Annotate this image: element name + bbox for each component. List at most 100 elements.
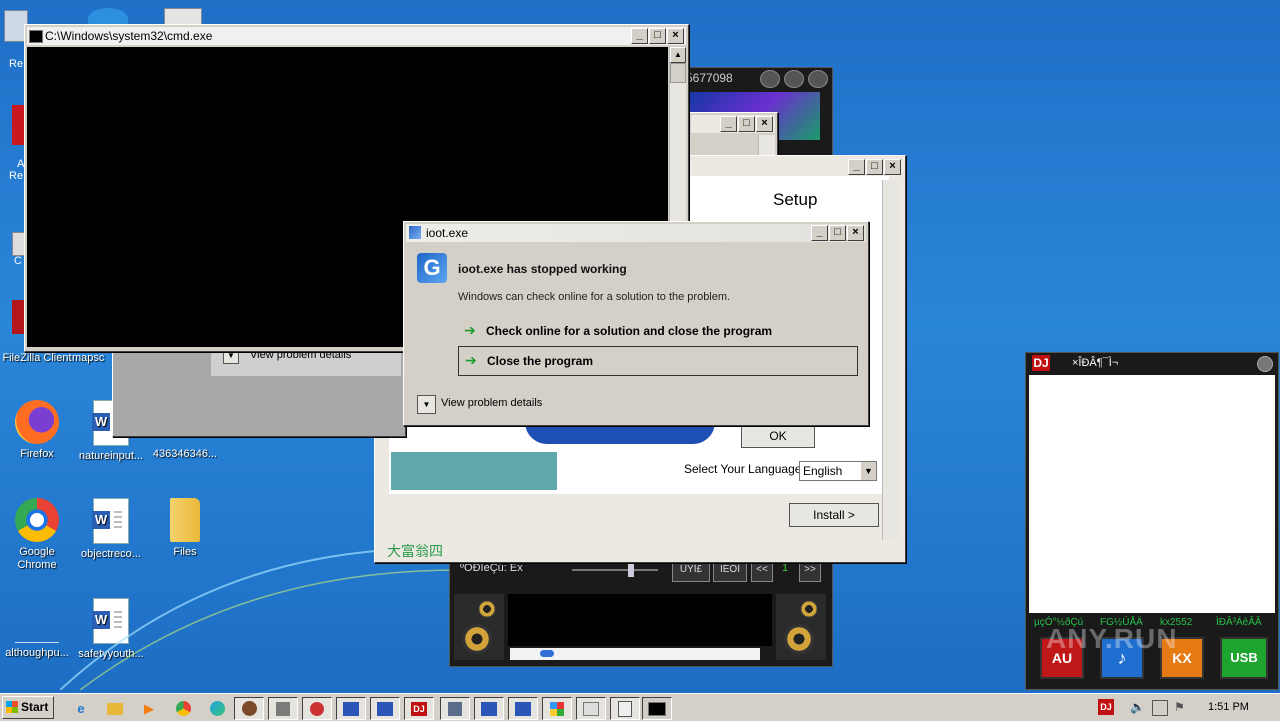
flag-icon[interactable]: ⚑	[1174, 700, 1188, 714]
player-progress[interactable]	[510, 648, 760, 660]
dj-footer-item[interactable]: ÌÐÂ³ÁèÂÂ	[1216, 617, 1262, 628]
maximize-icon[interactable]: □	[829, 225, 846, 241]
close-icon[interactable]: ×	[847, 225, 864, 241]
taskbar-app-4[interactable]	[336, 697, 366, 720]
taskbar-app-12[interactable]	[610, 697, 640, 720]
error-title: ioot.exe	[426, 226, 469, 240]
taskbar-app-10[interactable]	[542, 697, 572, 720]
player-close-icon[interactable]	[808, 70, 828, 88]
player-banner-text: 大富翁四	[387, 543, 443, 559]
taskbar-app-5[interactable]	[370, 697, 400, 720]
app-icon	[409, 226, 421, 239]
scroll-thumb[interactable]	[670, 63, 686, 83]
icon-label: mapsc	[72, 352, 105, 364]
language-select[interactable]: English ▼	[799, 461, 877, 481]
dj-content	[1029, 375, 1275, 613]
clock[interactable]: 1:51 PM	[1208, 701, 1249, 713]
icon-label: FileZilla Client	[2, 352, 72, 364]
speaker-right-icon	[776, 594, 826, 660]
setup-ok-button[interactable]: OK	[741, 424, 815, 448]
chevron-down-icon[interactable]: ▼	[861, 462, 876, 480]
minimize-icon[interactable]: _	[811, 225, 828, 241]
scroll-up-icon[interactable]: ▲	[670, 47, 686, 63]
tray-dj-icon[interactable]: DJ	[1098, 699, 1114, 715]
taskbar-dj-app[interactable]: DJ	[404, 697, 434, 720]
check-online-option[interactable]: ➔ Check online for a solution and close …	[458, 318, 856, 342]
taskbar-app-7[interactable]	[440, 697, 470, 720]
windows-logo-icon	[6, 701, 18, 713]
taskbar-app-11[interactable]	[576, 697, 606, 720]
taskbar-app-9[interactable]	[508, 697, 538, 720]
install-button[interactable]: Install >	[789, 503, 879, 527]
player-page-number: 1	[782, 562, 789, 574]
dj-logo: DJ	[1032, 355, 1050, 371]
taskbar-app-8[interactable]	[474, 697, 504, 720]
maximize-icon[interactable]: □	[649, 28, 666, 44]
taskbar-cmd[interactable]	[642, 697, 672, 720]
media-player-icon[interactable]: ▶	[134, 697, 164, 720]
volume-slider[interactable]	[572, 563, 658, 577]
minimize-icon[interactable]: _	[848, 159, 865, 175]
player-screen	[508, 594, 772, 646]
start-button[interactable]: Start	[2, 696, 54, 719]
player-min-icon[interactable]	[760, 70, 780, 88]
firefox-icon	[15, 400, 59, 444]
option-label: Close the program	[487, 354, 594, 368]
dj-usb-button[interactable]: USB	[1220, 637, 1268, 679]
cmd-titlebar: C:\Windows\system32\cmd.exe _ □ ×	[27, 27, 686, 45]
error-message: Windows can check online for a solution …	[458, 291, 731, 303]
minimize-icon[interactable]: _	[720, 116, 737, 132]
error-dialog: ioot.exe _ □ × G ioot.exe has stopped work…	[403, 221, 869, 426]
green-arrow-icon: ➔	[465, 352, 477, 368]
taskbar: Start e ▶ DJ DJ 🔈 ⚑ 1:51 PM	[0, 693, 1280, 721]
start-label: Start	[21, 700, 49, 714]
icon-label: Firefox	[20, 448, 54, 460]
ie-icon[interactable]: e	[66, 697, 96, 720]
player-max-icon[interactable]	[784, 70, 804, 88]
clipped-label: C	[14, 255, 22, 267]
chevron-down-icon[interactable]: ▼	[417, 395, 436, 414]
desktop-icon-mapsc[interactable]: mapsc	[72, 352, 112, 365]
error-heading: ioot.exe has stopped working	[458, 262, 627, 276]
option-label: Check online for a solution and close th…	[486, 324, 773, 338]
green-arrow-icon: ➔	[464, 322, 476, 338]
desktop-icon-filezilla[interactable]: FileZilla Client	[0, 352, 74, 365]
close-icon[interactable]: ×	[756, 116, 773, 132]
view-details-link[interactable]: View problem details	[441, 397, 542, 409]
maximize-icon[interactable]: □	[738, 116, 755, 132]
setup-heading: Setup	[773, 190, 818, 209]
minimize-icon[interactable]: _	[631, 28, 648, 44]
chrome-taskbar-icon[interactable]	[168, 697, 198, 720]
folder-icon	[170, 498, 200, 542]
close-program-option[interactable]: ➔ Close the program	[458, 346, 858, 376]
taskbar-app-3[interactable]	[302, 697, 332, 720]
taskbar-app-1[interactable]	[234, 697, 264, 720]
player-id-text: 5677098	[686, 71, 733, 85]
close-icon[interactable]: ×	[884, 159, 901, 175]
clipped-label: Re	[9, 170, 24, 182]
setup-scrollbar[interactable]	[882, 180, 899, 540]
volume-icon[interactable]: 🔈	[1130, 700, 1145, 714]
desktop-clipped-labels: Re A Re C	[0, 0, 28, 400]
blank-file-icon	[15, 598, 59, 643]
filezilla-icon[interactable]	[12, 300, 24, 334]
error-titlebar: ioot.exe _ □ ×	[406, 224, 866, 242]
setup-side-banner	[391, 452, 557, 490]
dj-close-icon[interactable]	[1257, 356, 1273, 372]
acrobat-icon[interactable]	[12, 105, 24, 145]
desktop-icon-firefox[interactable]: Firefox	[0, 400, 74, 461]
empty-window-titlebar: _ □ ×	[691, 115, 775, 133]
maximize-icon[interactable]: □	[866, 159, 883, 175]
icon-label: natureinput...	[78, 450, 144, 462]
language-label: Select Your Language:	[684, 462, 805, 476]
anyrun-watermark: ANY.RUN	[1046, 623, 1178, 654]
chrome-icon	[15, 498, 59, 542]
icon-label: Google Chrome	[17, 546, 57, 571]
network-icon[interactable]	[1152, 700, 1168, 716]
explorer-folder-icon[interactable]	[100, 697, 130, 720]
taskbar-app-2[interactable]	[268, 697, 298, 720]
volume-thumb[interactable]	[628, 563, 634, 577]
close-icon[interactable]: ×	[667, 28, 684, 44]
edge-taskbar-icon[interactable]	[202, 697, 232, 720]
icon-label: 436346346...	[152, 448, 218, 460]
